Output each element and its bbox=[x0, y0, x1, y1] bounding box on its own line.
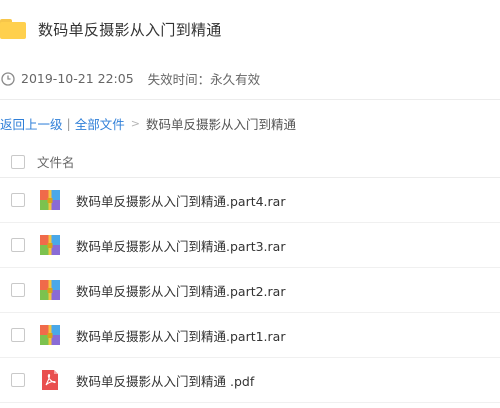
file-checkbox[interactable] bbox=[11, 328, 25, 342]
file-name[interactable]: 数码单反摄影从入门到精通.part4.rar bbox=[76, 191, 285, 210]
rar-icon bbox=[40, 325, 60, 345]
share-page: 数码单反摄影从入门到精通 2019-10-21 22:05 失效时间：永久有效 … bbox=[0, 0, 500, 408]
file-checkbox[interactable] bbox=[11, 193, 25, 207]
file-row[interactable]: 数码单反摄影从入门到精通.part3.rar bbox=[0, 223, 500, 268]
rar-icon bbox=[40, 280, 60, 300]
file-name[interactable]: 数码单反摄影从入门到精通 .pdf bbox=[76, 371, 254, 390]
file-name[interactable]: 数码单反摄影从入门到精通.part3.rar bbox=[76, 236, 285, 255]
share-datetime: 2019-10-21 22:05 bbox=[21, 71, 134, 86]
breadcrumb-arrow: > bbox=[130, 116, 140, 130]
rar-icon bbox=[40, 190, 60, 210]
folder-icon bbox=[0, 19, 26, 39]
rar-icon bbox=[40, 235, 60, 255]
column-filename: 文件名 bbox=[37, 155, 75, 170]
breadcrumb-current: 数码单反摄影从入门到精通 bbox=[145, 116, 296, 132]
file-row[interactable]: 数码单反摄影从入门到精通.part4.rar bbox=[0, 178, 500, 223]
share-header: 数码单反摄影从入门到精通 bbox=[0, 0, 500, 58]
file-checkbox[interactable] bbox=[11, 283, 25, 297]
all-files-link[interactable]: 全部文件 bbox=[75, 114, 125, 133]
file-row[interactable]: 数码单反摄影从入门到精通 .pdf bbox=[0, 358, 500, 403]
share-title: 数码单反摄影从入门到精通 bbox=[38, 20, 222, 39]
file-name[interactable]: 数码单反摄影从入门到精通.part2.rar bbox=[76, 281, 285, 300]
breadcrumb-separator: | bbox=[66, 115, 71, 131]
file-row[interactable]: 数码单反摄影从入门到精通.part1.rar bbox=[0, 313, 500, 358]
file-name[interactable]: 数码单反摄影从入门到精通.part1.rar bbox=[76, 326, 285, 345]
pdf-icon bbox=[42, 370, 58, 390]
file-row[interactable]: 数码单反摄影从入门到精通.part2.rar bbox=[0, 268, 500, 313]
file-list-header: 文件名 bbox=[0, 146, 500, 178]
clock-icon bbox=[1, 71, 15, 86]
select-all-checkbox[interactable] bbox=[11, 154, 25, 169]
share-meta: 2019-10-21 22:05 失效时间：永久有效 bbox=[0, 58, 500, 100]
breadcrumb: 返回上一级 | 全部文件 > 数码单反摄影从入门到精通 bbox=[0, 100, 500, 146]
expire-time: 失效时间：永久有效 bbox=[147, 72, 261, 87]
file-checkbox[interactable] bbox=[11, 373, 25, 387]
back-link[interactable]: 返回上一级 bbox=[0, 114, 63, 133]
file-checkbox[interactable] bbox=[11, 238, 25, 252]
